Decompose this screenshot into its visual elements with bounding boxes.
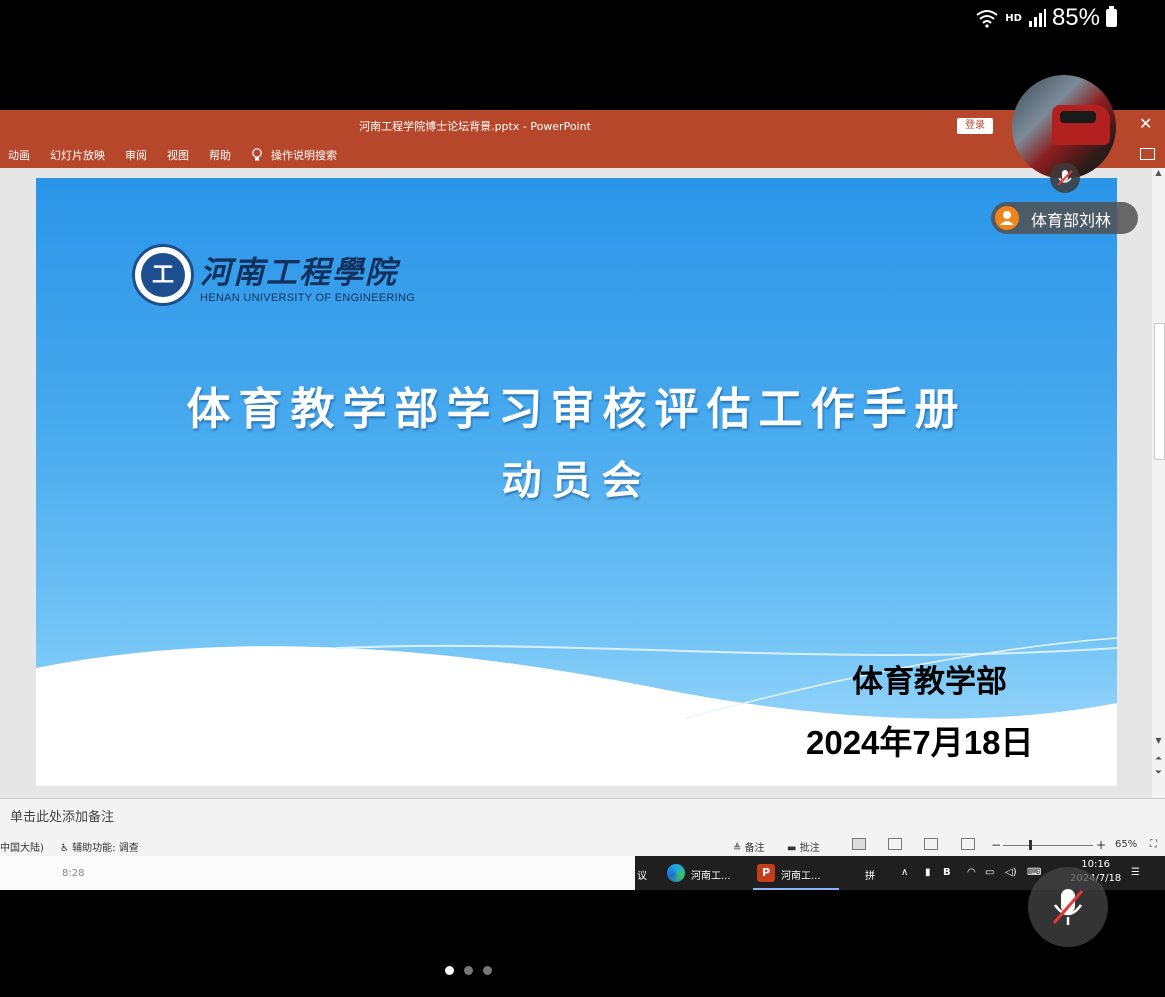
tab-help[interactable]: 帮助	[209, 147, 231, 163]
page-dot[interactable]	[445, 966, 454, 975]
university-logo: 工 河南工程學院 HENAN UNIVERSITY OF ENGINEERING	[132, 244, 415, 306]
tell-me-search[interactable]: 操作说明搜索	[251, 147, 337, 163]
status-bar: 中国大陆) ♿ 辅助功能: 调查 ≜ 备注 ▬ 批注 − + 65% ⛶	[0, 836, 1165, 856]
page-dot[interactable]	[464, 966, 473, 975]
person-icon	[995, 206, 1019, 230]
next-slide-icon[interactable]: ⏷	[1152, 768, 1165, 778]
tray-volume-icon[interactable]: ◁)	[1005, 867, 1017, 878]
language-indicator[interactable]: 中国大陆)	[0, 839, 44, 854]
edge-browser-icon[interactable]	[667, 864, 685, 882]
notes-placeholder: 单击此处添加备注	[10, 810, 115, 825]
previous-slide-icon[interactable]: ⏶	[1152, 754, 1165, 764]
tab-animations[interactable]: 动画	[8, 147, 30, 163]
zoom-in-button[interactable]: +	[1096, 838, 1106, 852]
title-bar: 河南工程学院博士论坛背景.pptx - PowerPoint 登录 ✕ 动画 幻…	[0, 110, 1165, 168]
slide-department: 体育教学部	[852, 664, 1007, 700]
scroll-thumb[interactable]	[1154, 323, 1165, 460]
comment-icon[interactable]	[1140, 148, 1155, 160]
tray-battery-icon[interactable]: ▭	[985, 867, 994, 878]
slideshow-view-icon[interactable]	[961, 838, 975, 850]
tray-chevron-icon[interactable]: ∧	[901, 867, 908, 878]
notes-icon: ≜	[733, 843, 745, 854]
zoom-slider-thumb[interactable]	[1029, 840, 1032, 850]
slide-title: 体育教学部学习审核评估工作手册	[186, 384, 967, 435]
notes-button[interactable]: ≜ 备注	[733, 839, 765, 854]
page-indicator	[445, 966, 492, 975]
tab-view[interactable]: 视图	[167, 147, 189, 163]
slide-date: 2024年7月18日	[806, 724, 1034, 761]
lightbulb-icon	[252, 148, 262, 161]
battery-percent: 85%	[1051, 4, 1100, 31]
slide-sorter-icon[interactable]	[888, 838, 902, 850]
participant-name: 体育部刘林	[1031, 211, 1112, 230]
slide-subtitle: 动员会	[501, 457, 652, 504]
taskbar-edge-label[interactable]: 河南工...	[691, 867, 731, 882]
vertical-scrollbar[interactable]: ▲ ▼ ⏶ ⏷	[1152, 168, 1165, 798]
participant-muted-icon	[1050, 163, 1080, 193]
normal-view-icon[interactable]	[852, 838, 866, 850]
logo-english-name: HENAN UNIVERSITY OF ENGINEERING	[200, 291, 416, 304]
participant-name-tag[interactable]: 体育部刘林	[991, 202, 1138, 234]
network-type: HD	[1005, 12, 1022, 24]
comments-button[interactable]: ▬ 批注	[787, 839, 820, 854]
tray-app-icon[interactable]: B	[943, 867, 951, 878]
tell-me-label: 操作说明搜索	[271, 149, 337, 162]
powerpoint-icon[interactable]: P	[757, 864, 775, 882]
close-icon[interactable]: ✕	[1139, 114, 1152, 133]
slide-pane: 工 河南工程學院 HENAN UNIVERSITY OF ENGINEERING…	[0, 168, 1152, 798]
accessibility-label: 辅助功能: 调查	[72, 843, 139, 854]
zoom-slider[interactable]	[1003, 845, 1093, 846]
signal-icon	[1028, 9, 1046, 27]
tab-review[interactable]: 审阅	[125, 147, 147, 163]
zoom-level[interactable]: 65%	[1115, 839, 1137, 850]
tray-usb-icon[interactable]: ▮	[925, 867, 931, 878]
wifi-icon	[976, 10, 998, 28]
login-button[interactable]: 登录	[957, 118, 993, 134]
comments-label: 批注	[799, 843, 820, 854]
battery-icon	[1106, 6, 1117, 27]
zoom-out-button[interactable]: −	[991, 838, 1001, 852]
university-seal-icon: 工	[132, 244, 194, 306]
phone-status-bar: HD 85%	[975, 4, 1117, 32]
ribbon-tabs: 动画 幻灯片放映 审阅 视图 帮助 操作说明搜索	[8, 147, 337, 163]
document-title: 河南工程学院博士论坛背景.pptx - PowerPoint	[359, 120, 591, 133]
notes-pane[interactable]: 单击此处添加备注	[0, 798, 1165, 837]
active-app-indicator	[753, 888, 839, 890]
notes-label: 备注	[744, 843, 765, 854]
meeting-time: 8:28	[62, 868, 85, 879]
taskbar-ppt-label[interactable]: 河南工...	[781, 867, 821, 882]
car-window	[1060, 111, 1096, 123]
tab-slideshow[interactable]: 幻灯片放映	[50, 147, 105, 163]
notification-center-icon[interactable]: ☰	[1131, 867, 1140, 878]
slide-canvas[interactable]: 工 河南工程學院 HENAN UNIVERSITY OF ENGINEERING…	[36, 178, 1117, 786]
scroll-down-icon[interactable]: ▼	[1152, 736, 1165, 750]
powerpoint-window: 河南工程学院博士论坛背景.pptx - PowerPoint 登录 ✕ 动画 幻…	[0, 110, 1165, 890]
accessibility-checker[interactable]: ♿ 辅助功能: 调查	[60, 839, 139, 854]
ime-indicator[interactable]: 拼	[865, 867, 875, 882]
logo-chinese-name: 河南工程學院	[200, 254, 398, 291]
tray-wifi-icon[interactable]: ◠	[967, 867, 976, 878]
mute-toggle-button[interactable]	[1028, 867, 1108, 947]
reading-view-icon[interactable]	[924, 838, 938, 850]
mic-off-icon	[1057, 170, 1073, 186]
windows-taskbar: 8:28 议 河南工... P 河南工... 拼 ∧ ▮ B ◠ ▭ ◁) ⌨ …	[0, 856, 1165, 890]
accessibility-icon: ♿	[60, 843, 73, 854]
fit-to-window-icon[interactable]: ⛶	[1150, 839, 1157, 850]
taskbar-meeting-fragment[interactable]: 议	[637, 867, 647, 882]
page-dot[interactable]	[483, 966, 492, 975]
scroll-up-icon[interactable]: ▲	[1152, 168, 1165, 182]
mic-off-icon	[1052, 889, 1084, 925]
comments-icon: ▬	[787, 843, 800, 854]
